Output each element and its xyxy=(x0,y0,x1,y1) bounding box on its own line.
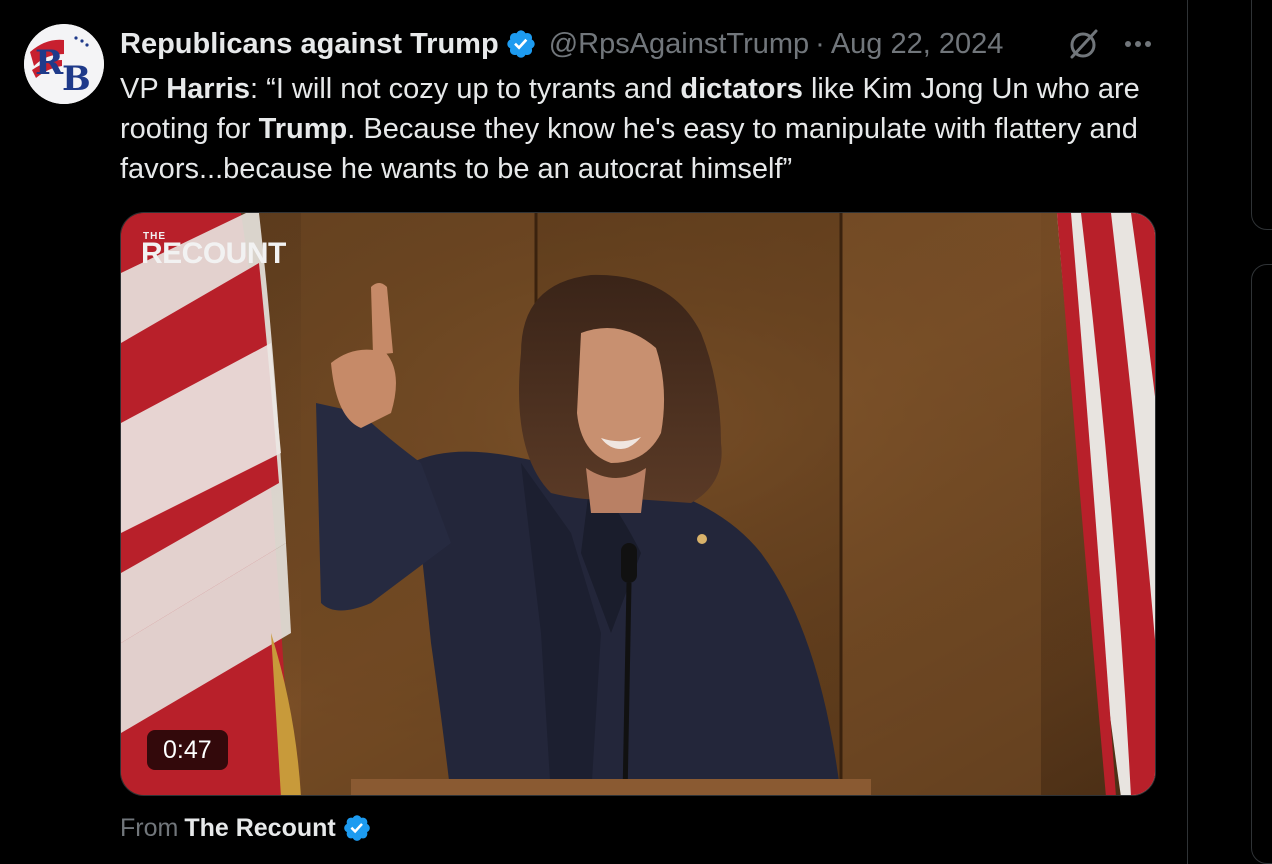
separator-dot: · xyxy=(815,27,825,60)
video-frame xyxy=(121,213,1155,795)
video-duration: 0:47 xyxy=(147,730,228,770)
podium xyxy=(351,779,871,795)
tweet-text: VP Harris: “I will not cozy up to tyrant… xyxy=(120,69,1170,189)
tweet-text-part: VP xyxy=(120,73,167,105)
grok-icon[interactable] xyxy=(1066,26,1102,62)
source-label: From xyxy=(120,813,179,842)
source-name[interactable]: The Recount xyxy=(184,814,335,843)
verified-badge-icon[interactable] xyxy=(505,28,537,60)
video-player[interactable]: THE RECOUNT 0:47 xyxy=(120,212,1156,796)
tweet-date[interactable]: Aug 22, 2024 xyxy=(831,28,1004,61)
svg-text:R: R xyxy=(35,43,64,83)
avatar-logo-icon: R B xyxy=(24,24,104,104)
sidebar-card[interactable] xyxy=(1251,0,1272,230)
source-attribution: From The Recount xyxy=(120,810,372,846)
verified-badge-icon[interactable] xyxy=(342,813,372,843)
right-sidebar xyxy=(1189,0,1272,864)
more-options-icon[interactable] xyxy=(1122,30,1154,58)
author-display-name[interactable]: Republicans against Trump xyxy=(120,28,499,61)
avatar[interactable]: R B xyxy=(24,24,104,104)
tweet[interactable]: R B Republicans against Trump @RpsAgains… xyxy=(0,0,1188,864)
watermark-logo: RECOUNT xyxy=(141,237,286,270)
tweet-header: Republicans against Trump @RpsAgainstTru… xyxy=(120,24,1003,64)
author-handle[interactable]: @RpsAgainstTrump xyxy=(549,28,809,61)
tweet-text-bold: Harris xyxy=(166,73,251,105)
svg-text:B: B xyxy=(62,59,91,99)
tweet-text-bold: Trump xyxy=(258,113,348,145)
tweet-text-part: : “I will not cozy up to tyrants and xyxy=(250,73,681,105)
tweet-text-bold: dictators xyxy=(680,73,803,105)
sidebar-card[interactable] xyxy=(1251,264,1272,864)
